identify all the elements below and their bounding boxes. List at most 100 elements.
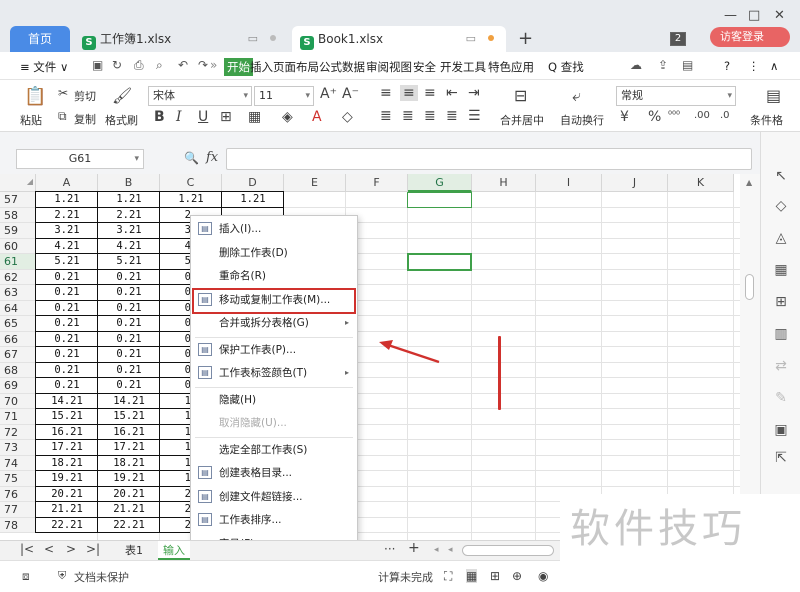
- align-bottom-icon[interactable]: ≡: [424, 85, 436, 101]
- indent-increase-icon[interactable]: ⇥: [468, 85, 480, 101]
- redo-icon[interactable]: ↷: [198, 58, 208, 72]
- cell-a61[interactable]: 5.21: [36, 254, 98, 270]
- menu-review[interactable]: 审阅: [366, 59, 389, 75]
- select-all-corner[interactable]: ◢: [0, 174, 36, 192]
- row-header-64[interactable]: 64: [0, 300, 36, 316]
- help-button[interactable]: ?: [724, 59, 730, 73]
- copy-icon[interactable]: ⧉: [58, 109, 67, 124]
- column-header-e[interactable]: E: [284, 174, 346, 192]
- brush-icon[interactable]: ✎: [773, 390, 789, 406]
- cell-a64[interactable]: 0.21: [36, 301, 98, 317]
- eye-protect-icon[interactable]: ◉: [538, 569, 548, 583]
- cell-b65[interactable]: 0.21: [98, 316, 160, 332]
- decrease-decimal-icon[interactable]: .0: [720, 110, 730, 121]
- column-header-i[interactable]: I: [536, 174, 602, 192]
- column-header-g[interactable]: G: [408, 174, 472, 192]
- tab-workbook1[interactable]: S 工作簿1.xlsx ▭: [74, 26, 288, 52]
- image-icon[interactable]: ▣: [773, 422, 789, 438]
- maximize-button[interactable]: □: [748, 8, 760, 23]
- context-menu-item-7[interactable]: 隐藏(H): [191, 389, 357, 411]
- menu-special[interactable]: 特色应用: [488, 59, 534, 75]
- increase-decimal-icon[interactable]: .00: [694, 110, 710, 121]
- page-break-icon[interactable]: ⊕: [512, 569, 522, 583]
- cell-b76[interactable]: 20.21: [98, 487, 160, 503]
- row-header-60[interactable]: 60: [0, 238, 36, 254]
- cell-b69[interactable]: 0.21: [98, 378, 160, 394]
- border-icon[interactable]: ⊞: [220, 109, 232, 125]
- close-button[interactable]: ✕: [774, 8, 785, 23]
- auto-wrap-button[interactable]: 自动换行: [560, 112, 604, 128]
- tab-home[interactable]: 首页: [10, 26, 70, 52]
- apps-icon[interactable]: ⊞: [773, 294, 789, 310]
- tab-book1[interactable]: S Book1.xlsx ▭: [292, 26, 506, 52]
- cell-a57[interactable]: 1.21: [36, 192, 98, 208]
- chart-icon[interactable]: ▥: [773, 326, 789, 342]
- zoom-icon[interactable]: 🔍: [184, 151, 199, 165]
- cell-b63[interactable]: 0.21: [98, 285, 160, 301]
- paste-icon[interactable]: 📋: [24, 86, 46, 107]
- search-menu[interactable]: Q 查找: [548, 59, 584, 75]
- vertical-scroll-thumb[interactable]: [745, 274, 754, 300]
- cell-a63[interactable]: 0.21: [36, 285, 98, 301]
- italic-button[interactable]: I: [176, 109, 182, 125]
- cell-b75[interactable]: 19.21: [98, 471, 160, 487]
- cell-a68[interactable]: 0.21: [36, 363, 98, 379]
- context-menu-item-5[interactable]: ▤ 保护工作表(P)...: [191, 339, 357, 361]
- normal-view-icon[interactable]: ▦: [466, 569, 478, 583]
- cell-a67[interactable]: 0.21: [36, 347, 98, 363]
- cell-b77[interactable]: 21.21: [98, 502, 160, 518]
- cloud-icon[interactable]: ☁: [630, 58, 642, 72]
- more-sheets-button[interactable]: ···: [384, 542, 395, 556]
- cell-a66[interactable]: 0.21: [36, 332, 98, 348]
- auto-wrap-icon[interactable]: ⤶: [572, 86, 581, 106]
- sheet-tab-1[interactable]: 表1: [112, 541, 156, 560]
- underline-button[interactable]: U: [198, 109, 208, 125]
- name-box[interactable]: G61 ▾: [16, 149, 144, 169]
- merge-center-button[interactable]: 合并居中: [500, 112, 544, 128]
- insert-function-button[interactable]: fx: [206, 150, 218, 165]
- prev-sheet-button[interactable]: <: [44, 542, 54, 556]
- row-header-62[interactable]: 62: [0, 269, 36, 285]
- row-header-65[interactable]: 65: [0, 316, 36, 332]
- copy-button[interactable]: 复制: [74, 111, 96, 127]
- align-left-icon[interactable]: ≣: [380, 108, 392, 124]
- share-icon[interactable]: ⇪: [658, 58, 668, 72]
- cursor-icon[interactable]: ↖: [773, 168, 789, 184]
- spreadsheet-grid[interactable]: ◢ A B C D E F G H I J K 57 1.21 1.21 1.21 1.21 58 2.21 2.2…: [0, 174, 740, 540]
- cell-b61[interactable]: 5.21: [98, 254, 160, 270]
- cell-a62[interactable]: 0.21: [36, 270, 98, 286]
- align-top-icon[interactable]: ≡: [380, 85, 392, 101]
- column-header-b[interactable]: B: [98, 174, 160, 192]
- scroll-left-icon[interactable]: ◂: [434, 545, 439, 555]
- cell-d57[interactable]: 1.21: [222, 192, 284, 208]
- swap-icon[interactable]: ⇄: [773, 358, 789, 374]
- page-view-icon[interactable]: ⊞: [490, 569, 500, 583]
- context-menu-item-6[interactable]: ▤ 工作表标签颜色(T) ▸: [191, 362, 357, 384]
- cell-b57[interactable]: 1.21: [98, 192, 160, 208]
- increase-font-icon[interactable]: A⁺: [320, 86, 337, 102]
- percent-icon[interactable]: %: [648, 109, 661, 125]
- file-menu[interactable]: ≡ 文件 ∨: [20, 59, 68, 75]
- align-middle-icon[interactable]: ≡: [400, 85, 418, 101]
- context-menu-item-4[interactable]: 合并或拆分表格(G) ▸: [191, 312, 357, 334]
- window-count-badge[interactable]: 2: [670, 32, 686, 46]
- cell-a65[interactable]: 0.21: [36, 316, 98, 332]
- row-header-63[interactable]: 63: [0, 285, 36, 301]
- column-header-a[interactable]: A: [36, 174, 98, 192]
- context-menu-item-9[interactable]: 选定全部工作表(S): [191, 439, 357, 461]
- cell-a77[interactable]: 21.21: [36, 502, 98, 518]
- number-format-select[interactable]: 常规 ▾: [616, 86, 736, 106]
- guest-login-button[interactable]: 访客登录: [710, 27, 790, 47]
- column-header-d[interactable]: D: [222, 174, 284, 192]
- cell-a74[interactable]: 18.21: [36, 456, 98, 472]
- decrease-font-icon[interactable]: A⁻: [342, 86, 359, 102]
- cell-b67[interactable]: 0.21: [98, 347, 160, 363]
- paste-button[interactable]: 粘贴: [20, 112, 42, 128]
- cell-a70[interactable]: 14.21: [36, 394, 98, 410]
- cell-a78[interactable]: 22.21: [36, 518, 98, 534]
- more-chevron-icon[interactable]: »: [210, 58, 217, 72]
- row-header-70[interactable]: 70: [0, 393, 36, 409]
- row-header-73[interactable]: 73: [0, 440, 36, 456]
- fullscreen-icon[interactable]: ⛶: [444, 569, 452, 584]
- cell-b68[interactable]: 0.21: [98, 363, 160, 379]
